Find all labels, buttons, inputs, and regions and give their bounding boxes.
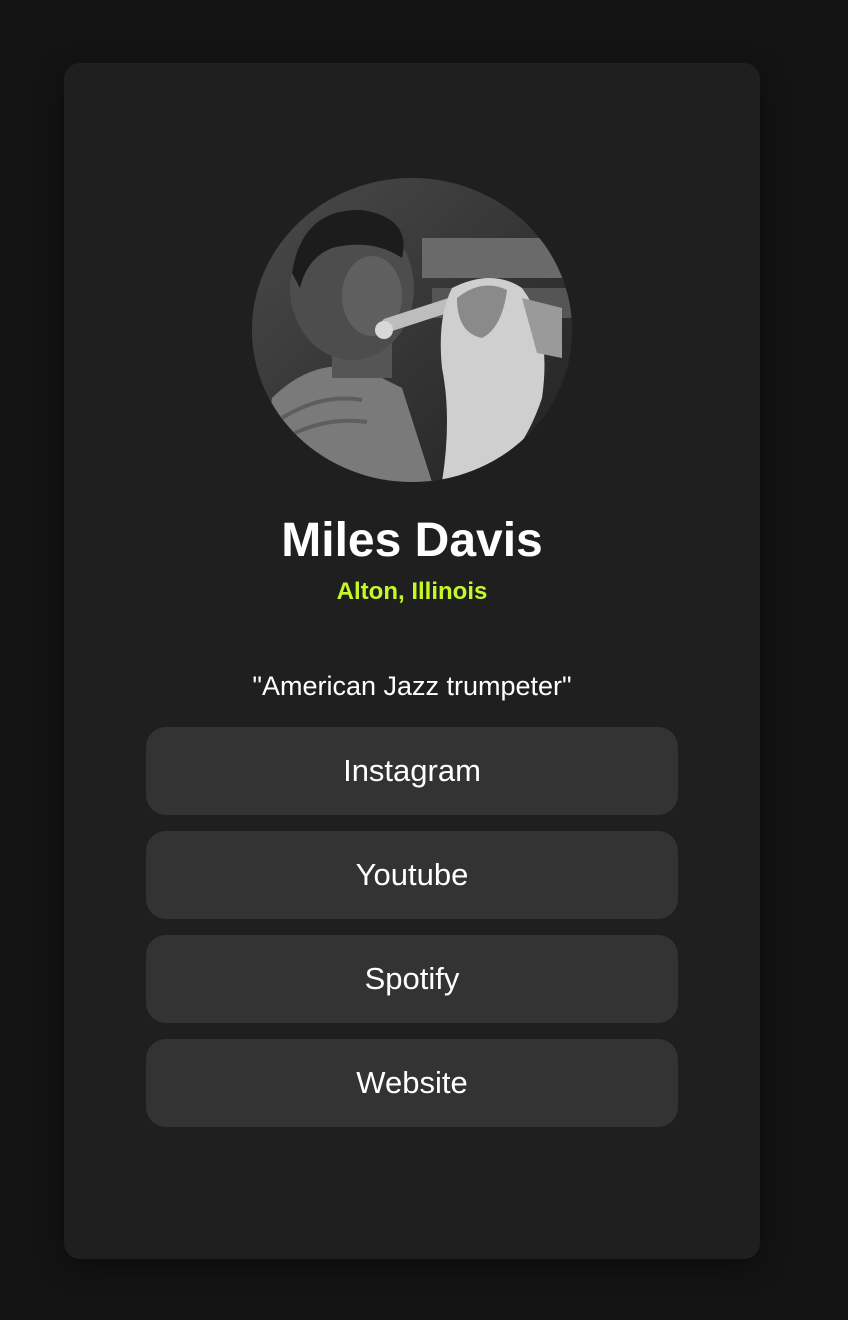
profile-location: Alton, Illinois	[336, 578, 488, 605]
instagram-link-button[interactable]: Instagram	[146, 727, 678, 815]
profile-name: Miles Davis	[281, 514, 543, 567]
avatar	[252, 178, 572, 482]
profile-bio: "American Jazz trumpeter"	[252, 671, 572, 701]
profile-card: Miles Davis Alton, Illinois "American Ja…	[64, 63, 760, 1259]
youtube-link-button[interactable]: Youtube	[146, 831, 678, 919]
avatar-photo	[252, 178, 572, 482]
link-list: Instagram Youtube Spotify Website	[146, 727, 678, 1143]
spotify-link-button[interactable]: Spotify	[146, 935, 678, 1023]
website-link-button[interactable]: Website	[146, 1039, 678, 1127]
